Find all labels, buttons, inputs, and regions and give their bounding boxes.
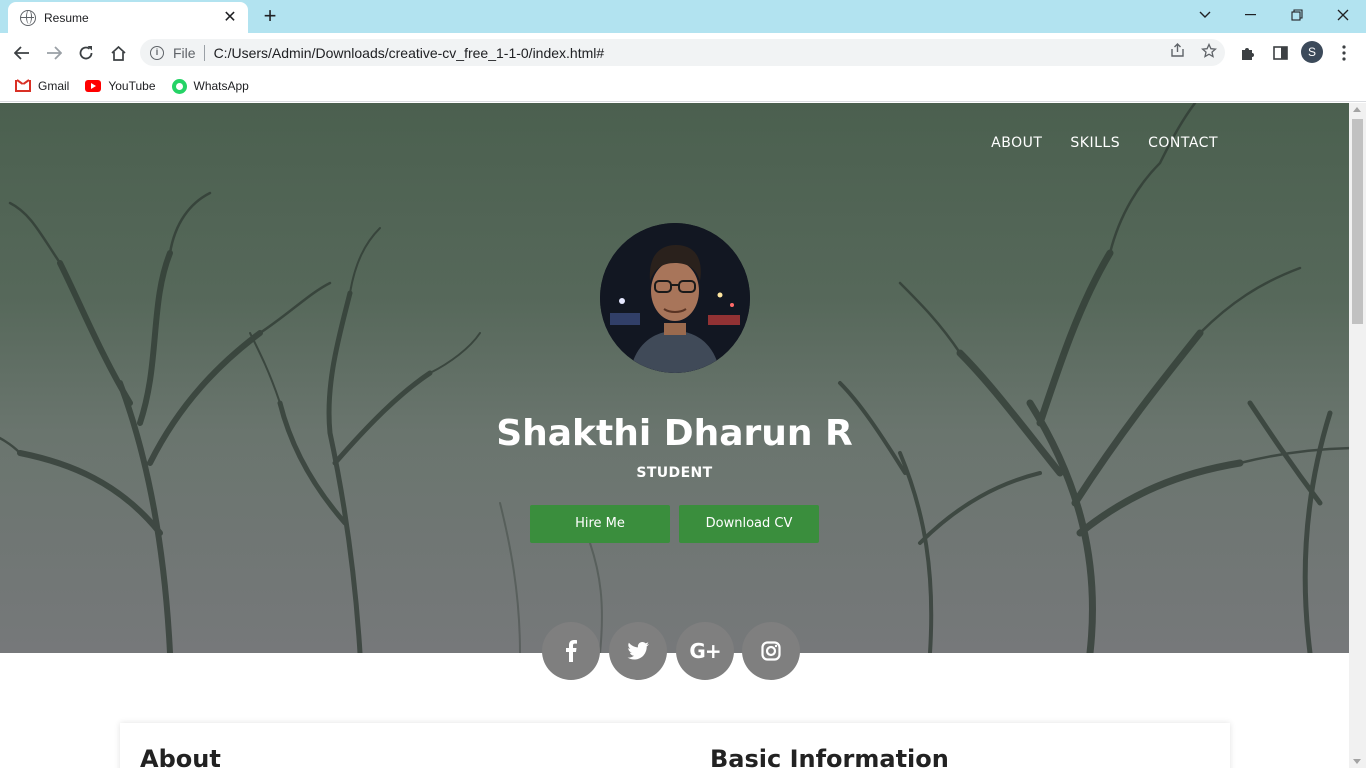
close-window-button[interactable] [1320, 0, 1366, 30]
page-scrollbar[interactable] [1349, 103, 1366, 768]
side-panel-icon [1272, 46, 1288, 60]
browser-menu-button[interactable] [1332, 41, 1356, 65]
restore-icon [1291, 9, 1303, 21]
gmail-icon [15, 80, 31, 92]
profile-role: STUDENT [636, 465, 713, 481]
basic-information-heading: Basic Information [710, 745, 949, 768]
tab-close-button[interactable]: ✕ [222, 9, 238, 26]
home-button[interactable] [105, 40, 131, 66]
profile-name: Shakthi Dharun R [496, 413, 853, 454]
site-nav: ABOUT SKILLS CONTACT [963, 135, 1218, 151]
hero-section: ABOUT SKILLS CONTACT Shakthi Dharun R ST… [0, 103, 1349, 653]
page-viewport: ABOUT SKILLS CONTACT Shakthi Dharun R ST… [0, 103, 1349, 768]
twitter-icon [627, 642, 649, 660]
facebook-button[interactable] [542, 622, 600, 680]
share-icon[interactable] [1161, 43, 1193, 62]
minimize-button[interactable] [1228, 0, 1274, 30]
tab-search-button[interactable] [1182, 0, 1228, 30]
back-button[interactable] [9, 40, 35, 66]
download-cv-button[interactable]: Download CV [679, 505, 819, 543]
extensions-button[interactable] [1236, 41, 1260, 65]
address-scheme: File [173, 44, 196, 61]
info-icon[interactable]: i [150, 45, 164, 60]
browser-toolbar: i File C:/Users/Admin/Downloads/creative… [0, 33, 1366, 71]
reload-icon [79, 46, 93, 60]
forward-button[interactable] [41, 40, 67, 66]
close-icon [1337, 9, 1349, 21]
address-divider [203, 44, 205, 61]
profile-photo [600, 223, 750, 373]
scroll-down-arrow-icon[interactable] [1353, 759, 1361, 764]
restore-button[interactable] [1274, 0, 1320, 30]
tab-strip: Resume ✕ + [0, 0, 1366, 33]
bookmark-youtube[interactable]: YouTube [85, 79, 156, 93]
home-icon [110, 45, 126, 61]
instagram-button[interactable] [742, 622, 800, 680]
side-panel-button[interactable] [1268, 41, 1292, 65]
address-bar[interactable]: i File C:/Users/Admin/Downloads/creative… [140, 39, 1225, 66]
forest-background-image [0, 103, 1349, 653]
bookmark-gmail[interactable]: Gmail [15, 79, 69, 93]
google-plus-button[interactable]: G+ [676, 622, 734, 680]
google-plus-icon: G+ [689, 639, 721, 663]
address-url[interactable]: C:/Users/Admin/Downloads/creative-cv_fre… [214, 45, 1161, 61]
scrollbar-thumb[interactable] [1352, 119, 1363, 324]
bookmark-whatsapp[interactable]: WhatsApp [171, 78, 249, 94]
tab-title: Resume [44, 10, 89, 25]
nav-about[interactable]: ABOUT [991, 135, 1042, 151]
new-tab-button[interactable]: + [259, 5, 281, 27]
browser-tab[interactable]: Resume ✕ [8, 2, 248, 33]
chevron-down-icon [1199, 11, 1211, 18]
about-card: About Basic Information [120, 723, 1230, 768]
instagram-icon [761, 641, 781, 661]
arrow-right-icon [47, 46, 62, 60]
profile-avatar[interactable]: S [1301, 41, 1323, 63]
reload-button[interactable] [73, 40, 99, 66]
hire-me-button[interactable]: Hire Me [530, 505, 670, 543]
bookmark-label: WhatsApp [193, 79, 249, 93]
bookmark-label: YouTube [108, 79, 156, 93]
bookmarks-bar: Gmail YouTube WhatsApp [0, 71, 1366, 102]
puzzle-icon [1242, 48, 1254, 60]
bookmark-label: Gmail [38, 79, 70, 93]
minimize-icon [1245, 14, 1256, 16]
about-heading: About [140, 745, 221, 768]
scroll-up-arrow-icon[interactable] [1353, 107, 1361, 112]
nav-skills[interactable]: SKILLS [1070, 135, 1120, 151]
twitter-button[interactable] [609, 622, 667, 680]
nav-contact[interactable]: CONTACT [1148, 135, 1218, 151]
bookmark-star-icon[interactable] [1193, 42, 1225, 63]
more-vert-icon [1342, 45, 1346, 61]
arrow-left-icon [14, 46, 29, 60]
globe-icon [20, 9, 36, 26]
whatsapp-icon [171, 78, 187, 94]
youtube-icon [85, 80, 102, 92]
facebook-icon [566, 640, 577, 662]
